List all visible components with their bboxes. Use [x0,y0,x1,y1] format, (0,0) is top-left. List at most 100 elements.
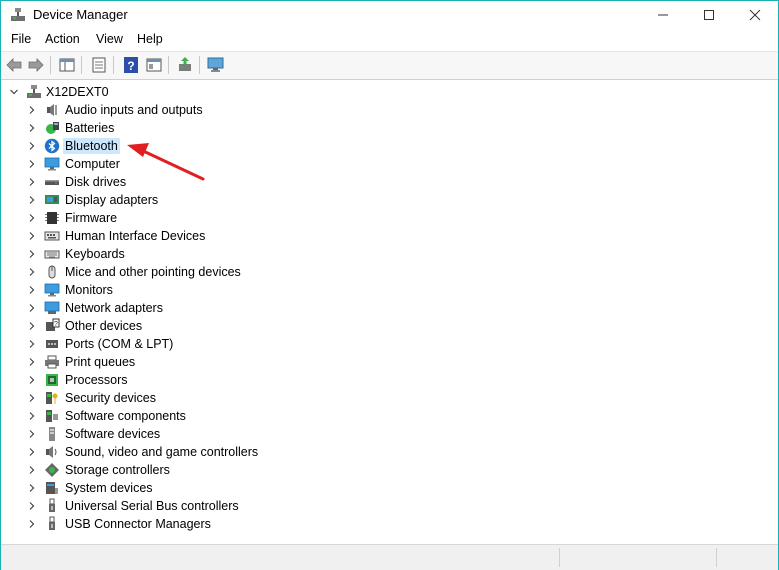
tree-item-label: Batteries [65,121,115,135]
red-arrow-icon [127,143,205,181]
tree-item-label: Network adapters [65,301,163,315]
tree-item-label: Storage controllers [65,463,170,477]
chevron-right-icon[interactable] [27,231,37,241]
tree-item-label: Sound, video and game controllers [65,445,259,459]
tree-item[interactable]: USB Connector Managers [1,515,401,533]
chevron-right-icon[interactable] [27,375,37,385]
tree-item[interactable]: Keyboards [1,245,401,263]
tree-item-label: Security devices [65,391,157,405]
software-device-icon [49,427,55,441]
chevron-right-icon[interactable] [27,177,37,187]
back-arrow-icon[interactable] [5,56,23,74]
mouse-icon [48,265,56,279]
chevron-right-icon[interactable] [27,357,37,367]
toolbar: ? [1,51,778,80]
disk-drive-icon [45,180,59,185]
printer-icon [45,355,59,369]
tree-item[interactable]: Print queues [1,353,401,371]
menu-view[interactable]: View [96,32,123,46]
minimize-icon [658,14,668,15]
tree-item[interactable]: Network adapters [1,299,401,317]
chevron-right-icon[interactable] [27,303,37,313]
tree-item[interactable]: Software components [1,407,401,425]
title-bar[interactable]: Device Manager [1,1,778,28]
chevron-right-icon[interactable] [27,339,37,349]
device-tree[interactable]: X12DEXT0 Audio inputs and outputs Batteri… [1,79,778,544]
tree-item-label: Monitors [65,283,113,297]
tree-root[interactable]: X12DEXT0 [1,83,301,101]
tree-root-label: X12DEXT0 [46,85,109,99]
processor-icon [46,374,58,386]
tree-item-label: Print queues [65,355,136,369]
maximize-icon [704,9,714,20]
usb-icon [49,498,55,512]
menu-action[interactable]: Action [45,32,80,46]
tree-item[interactable]: ? Other devices [1,317,401,335]
tree-item[interactable]: Storage controllers [1,461,401,479]
maximize-button[interactable] [686,1,732,28]
chevron-right-icon[interactable] [27,483,37,493]
chevron-right-icon[interactable] [27,195,37,205]
console-view-icon[interactable] [145,56,163,74]
tree-item[interactable]: Audio inputs and outputs [1,101,401,119]
chevron-right-icon[interactable] [27,267,37,277]
chip-icon [45,212,59,224]
tree-item[interactable]: Firmware [1,209,401,227]
chevron-right-icon[interactable] [27,141,37,151]
tree-item[interactable]: Software devices [1,425,401,443]
tree-item-label: Universal Serial Bus controllers [65,499,239,513]
security-key-icon [46,392,58,404]
update-driver-icon[interactable] [176,56,194,74]
tree-item[interactable]: Universal Serial Bus controllers [1,497,401,515]
chevron-right-icon[interactable] [27,393,37,403]
chevron-right-icon[interactable] [27,285,37,295]
show-hide-console-tree-icon[interactable] [58,56,76,74]
chevron-right-icon[interactable] [27,519,37,529]
forward-arrow-icon[interactable] [27,56,45,74]
usb-icon [49,516,55,530]
menu-help[interactable]: Help [137,32,163,46]
storage-controller-icon [45,463,59,477]
tree-item-label: Software components [65,409,186,423]
tree-item-label: Ports (COM & LPT) [65,337,174,351]
monitor-icon [44,157,60,171]
tree-item[interactable]: System devices [1,479,401,497]
tree-item[interactable]: Display adapters [1,191,401,209]
tree-item[interactable]: Ports (COM & LPT) [1,335,401,353]
chevron-right-icon[interactable] [27,105,37,115]
tree-item-label: Bluetooth [63,138,120,154]
port-icon [46,340,58,348]
properties-icon[interactable] [90,56,108,74]
tree-item[interactable]: Processors [1,371,401,389]
tree-item[interactable]: Monitors [1,281,401,299]
chevron-right-icon[interactable] [27,411,37,421]
tree-item-label: Display adapters [65,193,159,207]
chevron-right-icon[interactable] [27,321,37,331]
chevron-right-icon[interactable] [27,249,37,259]
tree-item[interactable]: Sound, video and game controllers [1,443,401,461]
chevron-right-icon[interactable] [27,159,37,169]
tree-item-label: Software devices [65,427,161,441]
chevron-right-icon[interactable] [27,429,37,439]
chevron-right-icon[interactable] [27,213,37,223]
help-icon[interactable]: ? [122,56,140,74]
minimize-button[interactable] [640,1,686,28]
tree-item-label: Mice and other pointing devices [65,265,241,279]
tree-item[interactable]: Security devices [1,389,401,407]
display-adapter-icon [45,195,59,204]
chevron-right-icon[interactable] [27,123,37,133]
system-device-icon [46,482,58,494]
tree-item[interactable]: Human Interface Devices [1,227,401,245]
chevron-right-icon[interactable] [27,447,37,457]
tree-item[interactable]: Mice and other pointing devices [1,263,401,281]
menu-file[interactable]: File [11,32,31,46]
tree-item[interactable]: Batteries [1,119,401,137]
chevron-right-icon[interactable] [27,465,37,475]
tree-item-label: Computer [65,157,120,171]
chevron-down-icon[interactable] [9,87,19,97]
scan-hardware-changes-icon[interactable] [207,56,225,74]
chevron-right-icon[interactable] [27,501,37,511]
tree-item-label: Audio inputs and outputs [65,103,203,117]
close-button[interactable] [732,1,778,28]
battery-icon [46,122,59,134]
